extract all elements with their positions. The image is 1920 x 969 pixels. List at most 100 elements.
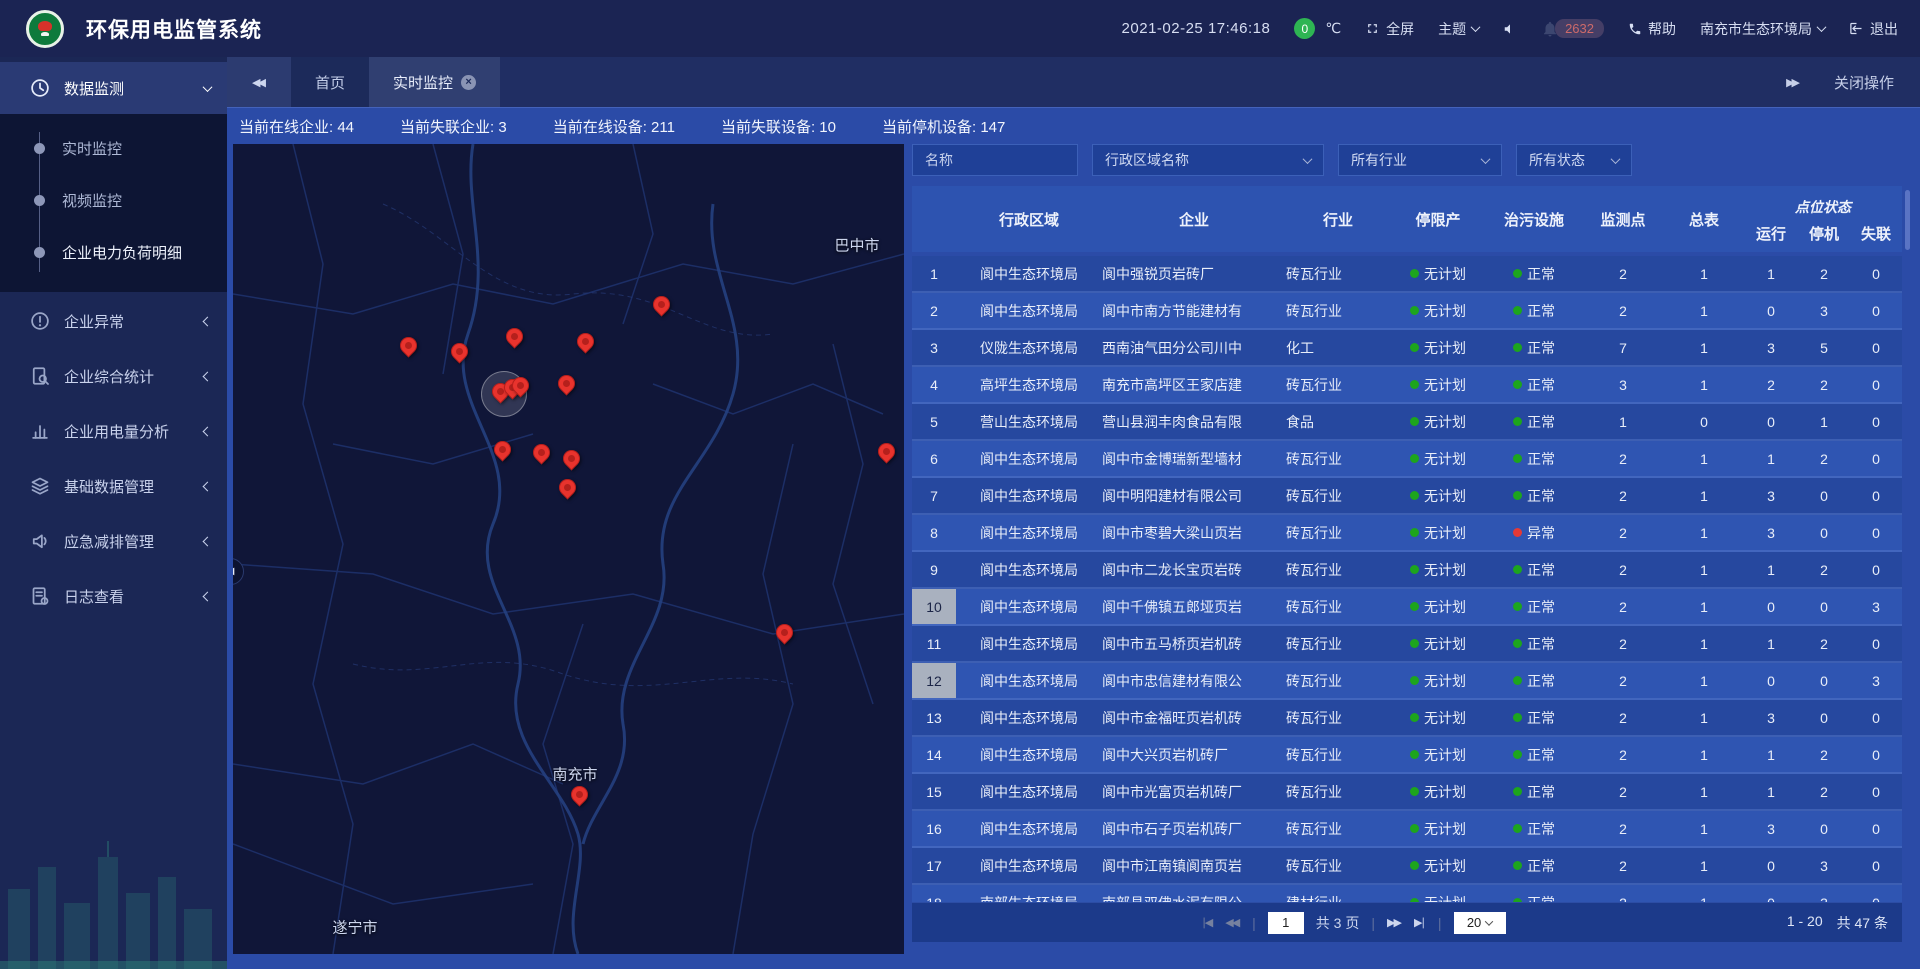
table-row[interactable]: 2阆中生态环境局阆中市南方节能建材有砖瓦行业无计划正常21030 bbox=[912, 293, 1902, 330]
org-dropdown[interactable]: 南充市生态环境局 bbox=[1700, 19, 1825, 39]
cell-points: 2 bbox=[1582, 848, 1664, 883]
logout-button[interactable]: 退出 bbox=[1849, 19, 1898, 39]
cell-industry: 砖瓦行业 bbox=[1286, 774, 1390, 809]
cell-points: 2 bbox=[1582, 663, 1664, 698]
table-row[interactable]: 16阆中生态环境局阆中市石子页岩机砖厂砖瓦行业无计划正常21300 bbox=[912, 811, 1902, 848]
close-operations-button[interactable]: 关闭操作 bbox=[1834, 72, 1894, 93]
sidebar-subitem-1[interactable]: 视频监控 bbox=[0, 174, 227, 226]
cell-meters: 1 bbox=[1664, 441, 1744, 476]
cell-row-number: 5 bbox=[912, 404, 956, 439]
sub-column-header-1: 停机 bbox=[1798, 219, 1850, 252]
cell-points: 1 bbox=[1582, 404, 1664, 439]
sidebar-item-5[interactable]: 应急减排管理 bbox=[0, 515, 227, 567]
table-row[interactable]: 14阆中生态环境局阆中大兴页岩机砖厂砖瓦行业无计划正常21120 bbox=[912, 737, 1902, 774]
map-canvas[interactable]: 巴中市南充市遂宁市 ◀ bbox=[233, 144, 904, 954]
close-icon[interactable]: × bbox=[461, 75, 476, 90]
table-row[interactable]: 8阆中生态环境局阆中市枣碧大梁山页岩砖瓦行业无计划异常21300 bbox=[912, 515, 1902, 552]
cell-production-status: 无计划 bbox=[1390, 367, 1486, 402]
sound-button[interactable] bbox=[1503, 22, 1517, 36]
notifications[interactable]: 2632 bbox=[1541, 19, 1604, 38]
tab-label: 首页 bbox=[315, 72, 345, 93]
chevron-left-icon bbox=[203, 536, 213, 546]
sidebar-item-1[interactable]: 企业异常 bbox=[0, 295, 227, 347]
tab-1[interactable]: 实时监控× bbox=[369, 57, 500, 107]
table-row[interactable]: 1阆中生态环境局阆中强锐页岩砖厂砖瓦行业无计划正常21120 bbox=[912, 256, 1902, 293]
name-filter-input[interactable] bbox=[925, 152, 1065, 168]
theme-dropdown[interactable]: 主题 bbox=[1438, 19, 1479, 39]
table-row[interactable]: 10阆中生态环境局阆中千佛镇五郎垭页岩砖瓦行业无计划正常21003 bbox=[912, 589, 1902, 626]
last-page-button[interactable]: ▶∣ bbox=[1414, 916, 1426, 929]
facility-label: 正常 bbox=[1527, 338, 1555, 358]
cell-industry: 砖瓦行业 bbox=[1286, 626, 1390, 661]
cell-company: 营山县润丰肉食品有限 bbox=[1102, 404, 1286, 439]
cell-company: 阆中市枣碧大梁山页岩 bbox=[1102, 515, 1286, 550]
cell-production-status: 无计划 bbox=[1390, 885, 1486, 902]
cell-stop: 0 bbox=[1798, 478, 1850, 513]
page-size-select[interactable]: 20 bbox=[1454, 912, 1506, 934]
cell-row-number: 13 bbox=[912, 700, 956, 735]
cell-company: 西南油气田分公司川中 bbox=[1102, 330, 1286, 365]
region-filter-select[interactable]: 行政区域名称 bbox=[1092, 144, 1324, 176]
chevron-left-icon bbox=[203, 591, 213, 601]
sidebar-item-4[interactable]: 基础数据管理 bbox=[0, 460, 227, 512]
table-row[interactable]: 15阆中生态环境局阆中市光富页岩机砖厂砖瓦行业无计划正常21120 bbox=[912, 774, 1902, 811]
help-button[interactable]: 帮助 bbox=[1628, 19, 1676, 39]
cityscape-decoration bbox=[0, 819, 227, 969]
table-row[interactable]: 5营山生态环境局营山县润丰肉食品有限食品无计划正常10010 bbox=[912, 404, 1902, 441]
filter-bar: 行政区域名称 所有行业 所有状态 bbox=[912, 144, 1902, 176]
table-row[interactable]: 17阆中生态环境局阆中市江南镇阆南页岩砖瓦行业无计划正常21030 bbox=[912, 848, 1902, 885]
tabs-scroll-left-button[interactable]: ◀◀ bbox=[227, 57, 291, 107]
cell-lost: 0 bbox=[1850, 404, 1902, 439]
cell-meters: 0 bbox=[1664, 404, 1744, 439]
table-row[interactable]: 4高坪生态环境局南充市高坪区王家店建砖瓦行业无计划正常31220 bbox=[912, 367, 1902, 404]
tabs-scroll-right-button[interactable]: ▶▶ bbox=[1786, 76, 1800, 89]
tab-0[interactable]: 首页 bbox=[291, 57, 369, 107]
cell-stop: 0 bbox=[1798, 515, 1850, 550]
table-row[interactable]: 7阆中生态环境局阆中明阳建材有限公司砖瓦行业无计划正常21300 bbox=[912, 478, 1902, 515]
cell-lost: 0 bbox=[1850, 478, 1902, 513]
cell-industry: 砖瓦行业 bbox=[1286, 515, 1390, 550]
bar-chart-icon bbox=[30, 421, 50, 441]
next-page-button[interactable]: ▶▶ bbox=[1387, 916, 1402, 929]
cell-lost: 3 bbox=[1850, 663, 1902, 698]
cell-meters: 1 bbox=[1664, 330, 1744, 365]
chevron-left-icon bbox=[203, 426, 213, 436]
table-row[interactable]: 9阆中生态环境局阆中市二龙长宝页岩砖砖瓦行业无计划正常21120 bbox=[912, 552, 1902, 589]
first-page-button[interactable]: ∣◀ bbox=[1201, 916, 1213, 929]
sidebar-subitem-2[interactable]: 企业电力负荷明细 bbox=[0, 226, 227, 278]
cell-row-number: 14 bbox=[912, 737, 956, 772]
cell-lost: 3 bbox=[1850, 589, 1902, 624]
page-number-input[interactable] bbox=[1268, 912, 1304, 934]
sidebar-item-2[interactable]: 企业综合统计 bbox=[0, 350, 227, 402]
facility-label: 正常 bbox=[1527, 375, 1555, 395]
cell-row-number: 7 bbox=[912, 478, 956, 513]
fullscreen-button[interactable]: 全屏 bbox=[1365, 19, 1414, 39]
facility-label: 正常 bbox=[1527, 893, 1555, 903]
cell-facility-status: 正常 bbox=[1486, 367, 1582, 402]
sidebar-item-0[interactable]: 数据监测 bbox=[0, 62, 227, 114]
notification-count-badge: 2632 bbox=[1555, 19, 1604, 38]
table-row[interactable]: 3仪陇生态环境局西南油气田分公司川中化工无计划正常71350 bbox=[912, 330, 1902, 367]
cell-stop: 2 bbox=[1798, 441, 1850, 476]
cell-points: 2 bbox=[1582, 700, 1664, 735]
production-label: 无计划 bbox=[1424, 819, 1466, 839]
industry-filter-select[interactable]: 所有行业 bbox=[1338, 144, 1502, 176]
table-row[interactable]: 13阆中生态环境局阆中市金福旺页岩机砖砖瓦行业无计划正常21300 bbox=[912, 700, 1902, 737]
sidebar-item-6[interactable]: 日志查看 bbox=[0, 570, 227, 622]
cell-company: 南部县双佛水泥有限公 bbox=[1102, 885, 1286, 902]
prev-page-button[interactable]: ◀◀ bbox=[1225, 916, 1240, 929]
scrollbar-thumb[interactable] bbox=[1905, 190, 1910, 250]
cell-industry: 砖瓦行业 bbox=[1286, 848, 1390, 883]
cell-company: 阆中市忠信建材有限公 bbox=[1102, 663, 1286, 698]
cell-company: 阆中市江南镇阆南页岩 bbox=[1102, 848, 1286, 883]
table-row[interactable]: 6阆中生态环境局阆中市金博瑞新型墙材砖瓦行业无计划正常21120 bbox=[912, 441, 1902, 478]
sidebar-subitem-0[interactable]: 实时监控 bbox=[0, 122, 227, 174]
table-row[interactable]: 18南部生态环境局南部县双佛水泥有限公建材行业无计划正常21030 bbox=[912, 885, 1902, 902]
sidebar-item-3[interactable]: 企业用电量分析 bbox=[0, 405, 227, 457]
status-filter-select[interactable]: 所有状态 bbox=[1516, 144, 1632, 176]
table-row[interactable]: 11阆中生态环境局阆中市五马桥页岩机砖砖瓦行业无计划正常21120 bbox=[912, 626, 1902, 663]
cell-industry: 建材行业 bbox=[1286, 885, 1390, 902]
table-row[interactable]: 12阆中生态环境局阆中市忠信建材有限公砖瓦行业无计划正常21003 bbox=[912, 663, 1902, 700]
cell-meters: 1 bbox=[1664, 885, 1744, 902]
status-dot-green bbox=[1410, 713, 1419, 722]
